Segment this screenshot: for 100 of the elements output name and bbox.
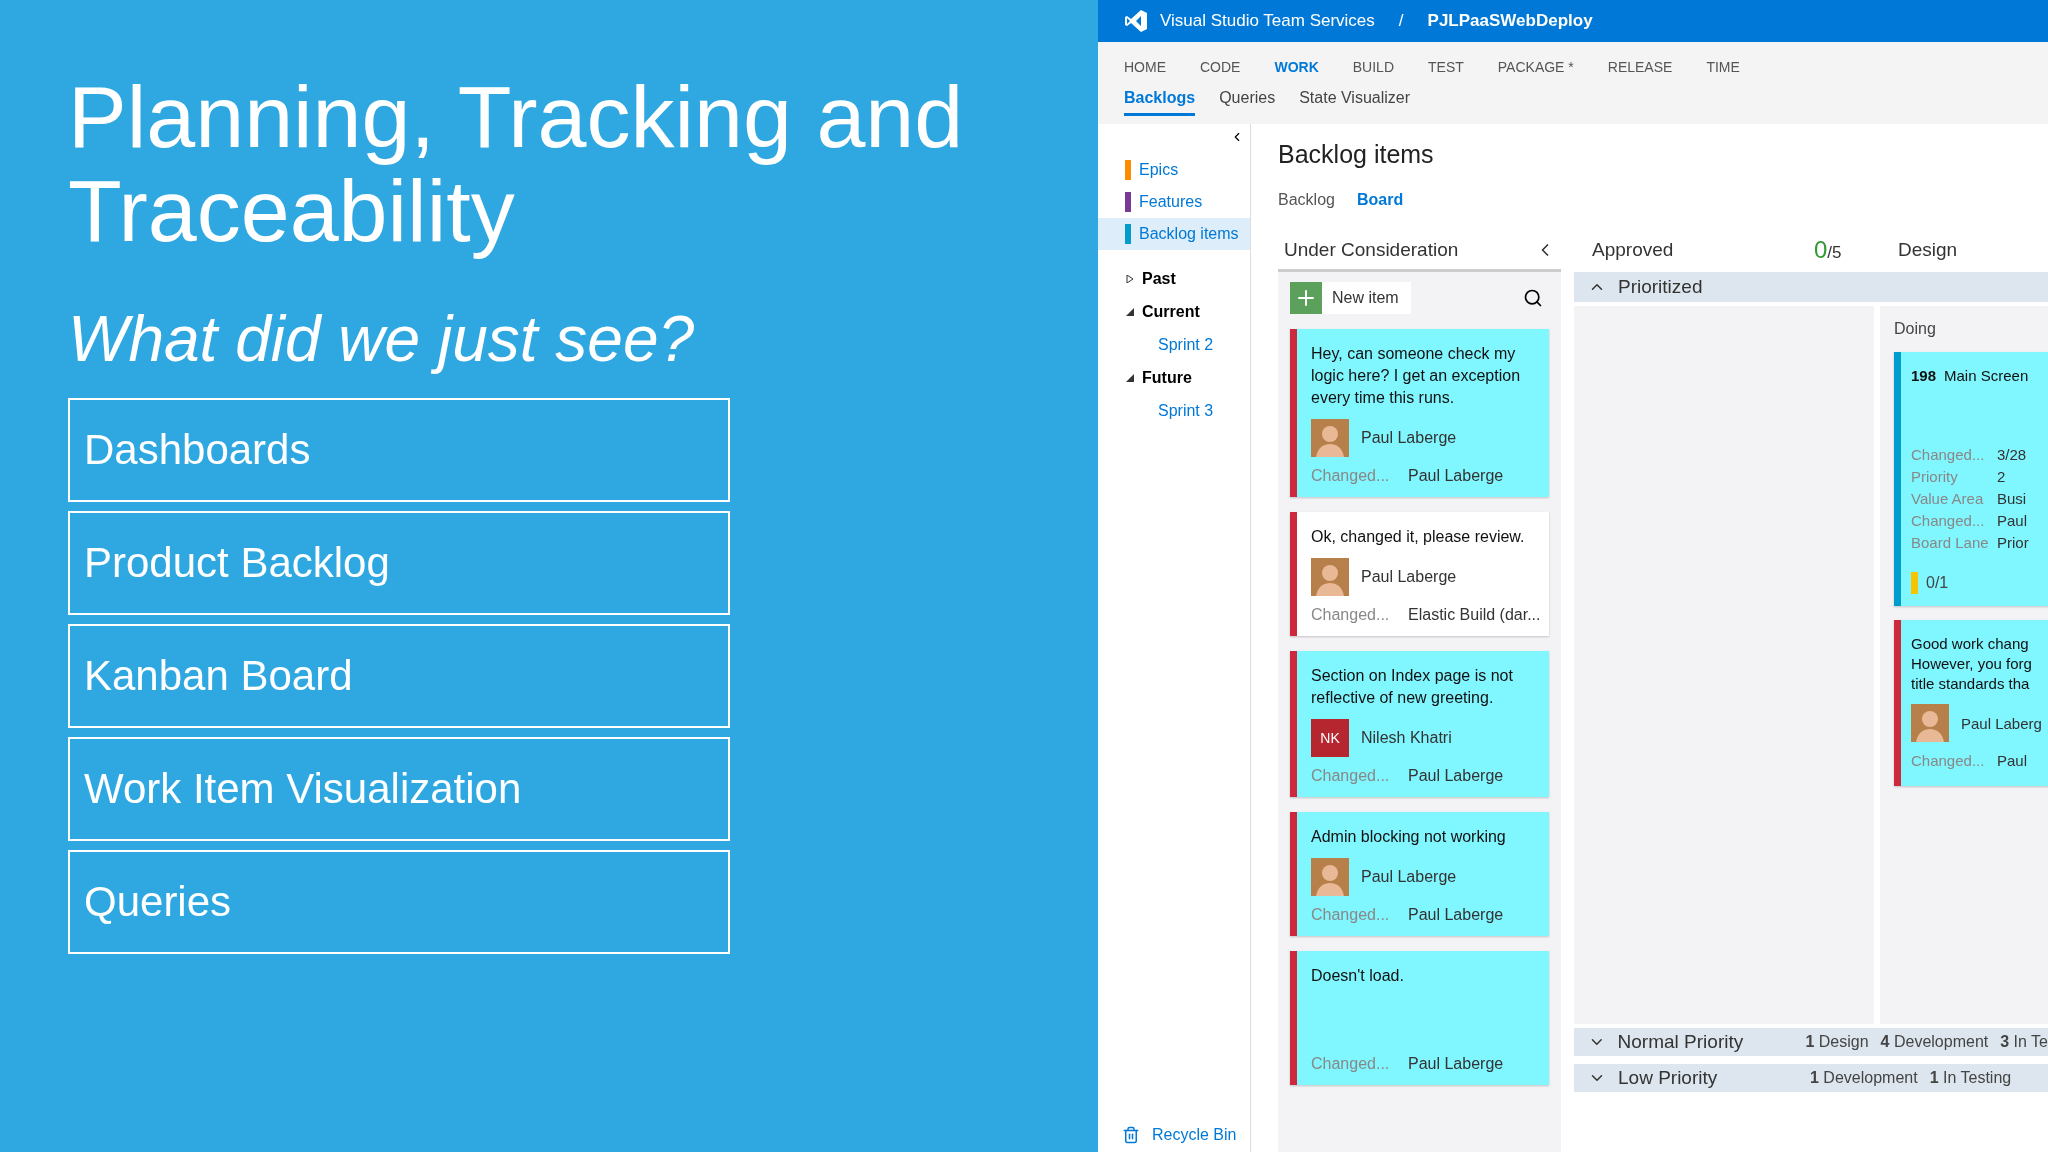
card-title: Good work chang (1911, 634, 2030, 654)
backlog-level[interactable]: Features (1098, 186, 1250, 218)
card-title: Doesn't load. (1311, 966, 1405, 986)
work-item-card[interactable]: 198 Main Screen Changed... 3/28 Priority 2 Value Area Busi Changed... Paul Board Lane Prior 0/1 (1894, 352, 2048, 606)
assignee: Paul Laberge (1361, 429, 1457, 447)
swimlane-header[interactable]: Low Priority 1 Development 1 In Testing (1574, 1064, 2048, 1092)
view-tab[interactable]: Backlog (1278, 191, 1335, 209)
sub-tab[interactable]: Queries (1219, 89, 1276, 116)
field-value: Paul (1997, 752, 2028, 771)
product-name[interactable]: Visual Studio Team Services (1160, 11, 1375, 31)
swimlane-header[interactable]: Prioritized (1574, 272, 2048, 302)
field-label: Changed... (1311, 767, 1391, 785)
work-item-card[interactable]: Admin blocking not working Paul Laberge Changed... Paul Laberge (1290, 812, 1549, 936)
hub-tab[interactable]: TIME (1706, 59, 1740, 75)
lane-count: 1 In Testing (1929, 1069, 2012, 1087)
sub-column-title: Doing (1894, 320, 1937, 338)
swimlane-header[interactable]: Normal Priority 1 Design 4 Development 3 In Te (1574, 1028, 2048, 1056)
topic-box: Kanban Board (68, 624, 730, 728)
sprint-link[interactable]: Sprint 3 (1098, 394, 1250, 427)
expanded-icon (1126, 307, 1134, 316)
iteration-group[interactable]: Past (1098, 262, 1250, 295)
field-value: Paul Laberge (1408, 1055, 1504, 1073)
topic-box: Dashboards (68, 398, 730, 502)
avatar (1311, 858, 1349, 896)
column-title: Design (1898, 239, 1958, 261)
hub-tab[interactable]: TEST (1428, 59, 1464, 75)
field-label: Board Lane (1911, 534, 1990, 553)
field-value: Elastic Build (dar... (1408, 606, 1541, 624)
sub-tab[interactable]: Backlogs (1124, 89, 1196, 116)
column-title: Approved (1592, 239, 1675, 261)
recycle-bin-link[interactable]: Recycle Bin (1152, 1126, 1237, 1144)
page-title: Backlog items (1278, 140, 1435, 169)
backlog-level[interactable]: Epics (1098, 154, 1250, 186)
avatar: NK (1311, 719, 1349, 757)
breadcrumb-separator: / (1398, 11, 1404, 31)
hub-tab[interactable]: CODE (1200, 59, 1241, 75)
assignee: Paul Laberg (1961, 714, 2042, 732)
sub-tab[interactable]: State Visualizer (1299, 89, 1411, 116)
field-value: Paul Laberge (1408, 467, 1504, 485)
avatar (1311, 419, 1349, 457)
task-bar (1911, 572, 1918, 594)
card-title: Admin blocking not working (1311, 827, 1507, 847)
project-name[interactable]: PJLPaaSWebDeploy (1427, 11, 1593, 31)
collapsed-icon (1126, 274, 1134, 283)
field-value: Paul Laberge (1408, 767, 1504, 785)
new-item-button[interactable]: New item (1290, 282, 1411, 314)
topic-box: Product Backlog (68, 511, 730, 615)
iteration-group[interactable]: Future (1098, 361, 1250, 394)
expanded-icon (1126, 373, 1134, 382)
swimlane-title: Normal Priority (1617, 1031, 1745, 1053)
field-value: Prior (1997, 534, 2029, 553)
field-label: Changed... (1911, 752, 1986, 771)
card-title: Ok, changed it, please review. (1311, 527, 1526, 547)
topic-box: Work Item Visualization (68, 737, 730, 841)
work-item-card[interactable]: Doesn't load. Changed... Paul Laberge (1290, 951, 1549, 1085)
assignee: Nilesh Khatri (1361, 729, 1452, 747)
iteration-group[interactable]: Current (1098, 295, 1250, 328)
card-title: title standards tha (1911, 674, 2031, 694)
card-title: Hey, can someone check my logic here? I get an exception every time this runs. (1311, 344, 1522, 408)
field-label: Changed... (1311, 606, 1391, 624)
work-item-card[interactable]: Hey, can someone check my logic here? I get an exception every time this runs. Paul Laberge Changed... Paul Laberge (1290, 329, 1549, 497)
sprint-link[interactable]: Sprint 2 (1098, 328, 1250, 361)
search-icon[interactable] (1523, 288, 1543, 308)
topic-box: Queries (68, 850, 730, 954)
card-title: 198 Main Screen (1911, 366, 2030, 386)
field-value: 2 (1997, 468, 2006, 487)
hub-tab[interactable]: BUILD (1352, 59, 1394, 75)
lane-count: 1 Design (1805, 1033, 1869, 1051)
assignee: Paul Laberge (1361, 868, 1457, 886)
field-value: 3/28 (1997, 446, 2027, 465)
avatar (1911, 704, 1949, 742)
recycle-bin-icon (1122, 1126, 1140, 1144)
wip-count: 0/5 (1814, 236, 1843, 264)
hub-tab[interactable]: HOME (1124, 59, 1166, 75)
field-label: Changed... (1911, 446, 1986, 465)
card-title: Section on Index page is not reflective of new greeting. (1311, 666, 1514, 708)
field-label: Priority (1911, 468, 1959, 487)
field-label: Changed... (1311, 906, 1391, 924)
lane-count: 3 In Te (2000, 1033, 2048, 1051)
backlog-level[interactable]: Backlog items (1098, 218, 1250, 250)
field-value: Paul (1997, 512, 2028, 531)
avatar (1311, 558, 1349, 596)
hub-tab[interactable]: WORK (1274, 59, 1319, 75)
slide-subtitle: What did we just see? (68, 302, 696, 376)
hub-tab[interactable]: RELEASE (1607, 59, 1673, 75)
work-item-card[interactable]: Ok, changed it, please review. Paul Laberge Changed... Elastic Build (dar... (1290, 512, 1549, 636)
assignee: Paul Laberge (1361, 568, 1457, 586)
slide-title: Planning, Tracking and Traceability (68, 70, 965, 258)
field-value: Busi (1997, 490, 2027, 509)
swimlane-title: Low Priority (1618, 1067, 1719, 1089)
swimlane-title: Prioritized (1618, 276, 1704, 298)
field-value: Paul Laberge (1408, 906, 1504, 924)
card-title: However, you forg (1911, 654, 2033, 674)
hub-tab[interactable]: PACKAGE * (1497, 59, 1574, 75)
field-label: Changed... (1311, 467, 1391, 485)
work-item-card[interactable]: Good work chang However, you forg title standards tha Paul Laberg Changed... Paul (1894, 620, 2048, 786)
logo-icon (1124, 9, 1148, 33)
field-label: Value Area (1911, 490, 1985, 509)
work-item-card[interactable]: Section on Index page is not reflective of new greeting. NK Nilesh Khatri Changed... Paul Laberge (1290, 651, 1549, 797)
view-tab[interactable]: Board (1356, 191, 1404, 209)
